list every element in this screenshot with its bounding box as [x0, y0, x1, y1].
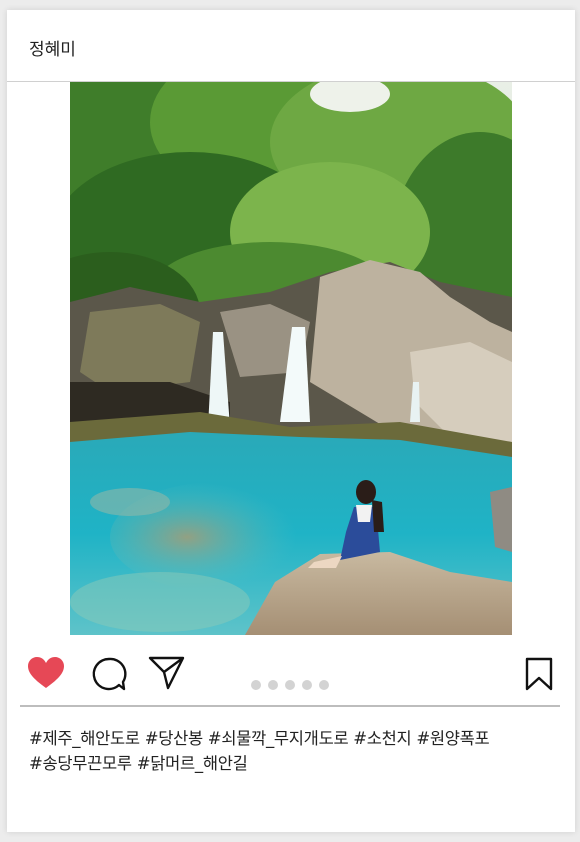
- caption-hashtags-line-2[interactable]: #송당무끈모루 #닭머르_해안길: [29, 751, 557, 776]
- paper-plane-icon[interactable]: [148, 655, 186, 691]
- carousel-dot: [319, 680, 329, 690]
- post-photo[interactable]: [70, 82, 512, 635]
- carousel-dot: [268, 680, 278, 690]
- post-card: 정혜미 #제주_해안도로 #당산봉 #쇠물깍_무지개도로 #소천지 #원양폭포 …: [7, 10, 575, 832]
- bookmark-icon[interactable]: [525, 657, 553, 691]
- carousel-indicator: [251, 675, 336, 690]
- carousel-dot: [285, 680, 295, 690]
- carousel-dot: [302, 680, 312, 690]
- username[interactable]: 정혜미: [29, 35, 76, 60]
- comment-bubble-icon[interactable]: [91, 656, 127, 692]
- waterfall-pool-image: [70, 82, 512, 635]
- caption-hashtags-line-1[interactable]: #제주_해안도로 #당산봉 #쇠물깍_무지개도로 #소천지 #원양폭포: [29, 726, 557, 751]
- carousel-dot: [251, 680, 261, 690]
- post-caption: #제주_해안도로 #당산봉 #쇠물깍_무지개도로 #소천지 #원양폭포 #송당무…: [29, 726, 557, 776]
- heart-filled-icon[interactable]: [28, 657, 64, 689]
- divider: [20, 705, 560, 707]
- post-header: 정혜미: [7, 10, 575, 82]
- post-actions: [7, 635, 575, 705]
